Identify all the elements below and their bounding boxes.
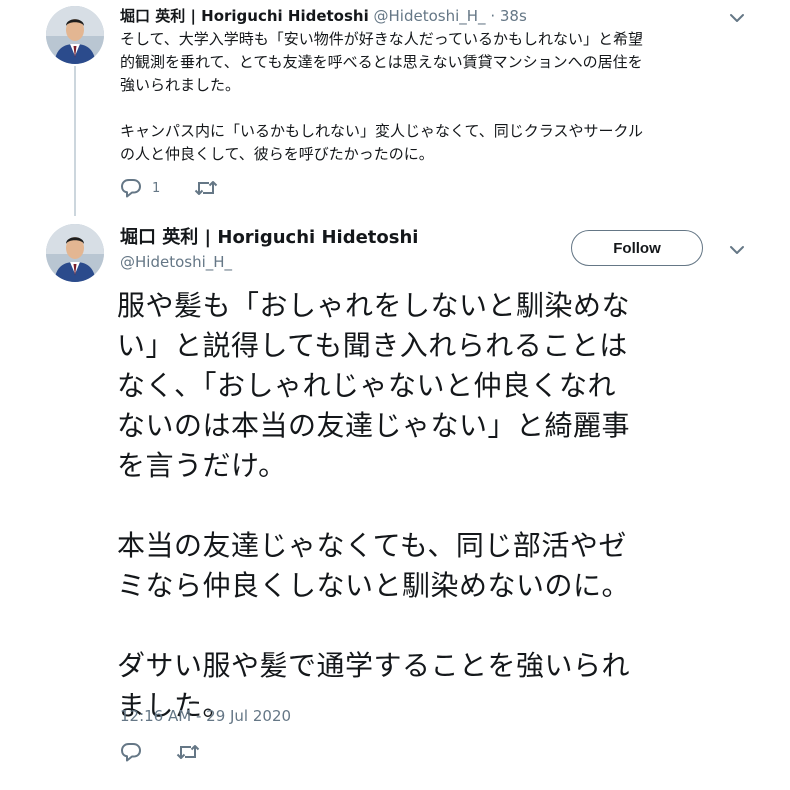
author-handle[interactable]: @Hidetoshi_H_ (120, 252, 232, 272)
author-name[interactable]: 堀口 英利 | Horiguchi Hidetoshi (120, 226, 418, 250)
avatar-photo-icon (46, 224, 104, 282)
retweet-icon (195, 181, 218, 195)
tweet-actions (120, 740, 234, 764)
tweet-text: 服や髪も「おしゃれをしないと馴染めな い」と説得しても聞き入れられることは なく… (117, 289, 631, 722)
tweet-time[interactable]: 38s (500, 7, 527, 25)
reply-button[interactable]: 1 (120, 178, 160, 198)
retweet-button[interactable] (176, 742, 200, 762)
follow-button[interactable]: Follow (571, 230, 703, 266)
reply-icon (121, 743, 141, 762)
separator-dot: · (490, 7, 496, 25)
retweet-button[interactable] (194, 178, 218, 198)
chevron-down-icon[interactable] (728, 244, 746, 256)
tweet-timestamp[interactable]: 12:16 AM - 29 Jul 2020 (120, 706, 291, 726)
tweet-actions: 1 (120, 176, 252, 200)
author-name[interactable]: 堀口 英利 | Horiguchi Hidetoshi (120, 7, 369, 25)
avatar[interactable] (46, 224, 104, 282)
avatar-photo-icon (46, 6, 104, 64)
chevron-down-icon[interactable] (728, 12, 746, 24)
avatar[interactable] (46, 6, 104, 64)
tweet1-header: 堀口 英利 | Horiguchi Hidetoshi @Hidetoshi_H… (120, 6, 527, 26)
retweet-icon (176, 745, 200, 759)
tweet-text: そして、大学入学時も「安い物件が好きな人だっているかもしれない」と希望 的観測を… (120, 30, 644, 163)
reply-count: 1 (152, 180, 161, 196)
author-handle[interactable]: @Hidetoshi_H_ (374, 7, 486, 25)
reply-button[interactable] (120, 742, 142, 762)
reply-icon (121, 179, 141, 198)
thread-connector-line (74, 66, 76, 216)
